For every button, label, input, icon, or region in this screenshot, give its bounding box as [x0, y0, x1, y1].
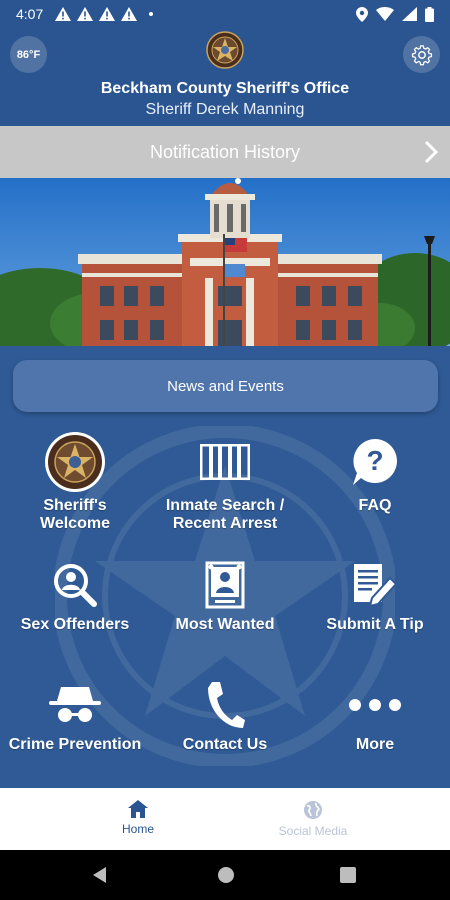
sex-offenders-button[interactable]: Sex Offenders — [0, 554, 150, 634]
crime-prevention-button[interactable]: Crime Prevention — [0, 674, 150, 754]
phone-icon — [208, 682, 245, 728]
settings-button[interactable] — [403, 36, 440, 73]
svg-text:?: ? — [366, 445, 383, 476]
document-pen-icon — [354, 564, 398, 608]
most-wanted-button[interactable]: Most Wanted — [150, 554, 300, 634]
sheriffs-welcome-label: Sheriff's Welcome — [40, 497, 110, 532]
warning-icon — [99, 7, 116, 21]
sheriff-badge-icon — [45, 432, 105, 492]
bottom-navigation: Home Social Media — [0, 788, 450, 850]
jail-bars-icon — [200, 444, 250, 480]
system-status-icons — [356, 6, 434, 22]
nav-home-label: Home — [121, 822, 154, 836]
chevron-right-icon — [424, 140, 438, 164]
main-menu: News and Events Sheriff's Welcome Inmate… — [0, 346, 450, 788]
news-and-events-label: News and Events — [167, 377, 284, 395]
system-navigation-bar — [0, 850, 450, 900]
more-label: More — [355, 736, 395, 753]
crime-prevention-label: Crime Prevention — [8, 736, 142, 753]
spy-icon — [49, 687, 101, 722]
home-icon — [128, 800, 148, 818]
question-icon: ? — [353, 439, 397, 485]
submit-a-tip-label: Submit A Tip — [326, 616, 424, 633]
sheriffs-welcome-button[interactable]: Sheriff's Welcome — [0, 431, 150, 533]
status-dot-icon — [149, 12, 154, 16]
notification-history-label: Notification History — [149, 141, 301, 162]
status-bar: 4:07 — [0, 0, 450, 28]
more-dots-icon — [349, 699, 401, 711]
sheriff-badge-logo-icon — [206, 31, 244, 69]
app-header: 86°F Beckham County Sheriff's Office She… — [0, 28, 450, 126]
magnify-person-icon — [54, 564, 97, 607]
more-button[interactable]: More — [300, 674, 450, 754]
sex-offenders-label: Sex Offenders — [20, 616, 130, 633]
notification-history-button[interactable]: Notification History — [0, 126, 450, 178]
recents-icon[interactable] — [340, 867, 356, 883]
contact-us-button[interactable]: Contact Us — [150, 674, 300, 754]
location-icon — [356, 6, 368, 22]
warning-icon — [77, 7, 94, 21]
submit-a-tip-button[interactable]: Submit A Tip — [300, 554, 450, 634]
sheriff-name: Sheriff Derek Manning — [145, 101, 305, 118]
nav-social-media-label: Social Media — [278, 824, 348, 838]
contact-us-label: Contact Us — [182, 736, 268, 753]
nav-home-tab[interactable]: Home — [78, 800, 198, 836]
courthouse-illustration — [0, 178, 450, 346]
warning-icon — [121, 7, 138, 21]
globe-icon — [304, 801, 322, 819]
inmate-search-label: Inmate Search / Recent Arrest — [165, 497, 285, 532]
temperature-badge[interactable]: 86°F — [10, 36, 47, 73]
faq-button[interactable]: ? FAQ — [300, 431, 450, 515]
gear-icon — [411, 44, 432, 65]
most-wanted-label: Most Wanted — [175, 616, 275, 633]
home-circle-icon[interactable] — [217, 866, 235, 884]
news-and-events-button[interactable]: News and Events — [13, 360, 438, 412]
back-icon[interactable] — [92, 866, 108, 884]
inmate-search-button[interactable]: Inmate Search / Recent Arrest — [150, 431, 300, 533]
wifi-icon — [376, 7, 394, 21]
warning-icon — [55, 7, 72, 21]
nav-social-media-tab[interactable]: Social Media — [253, 800, 373, 838]
notification-icons — [55, 7, 154, 21]
office-title: Beckham County Sheriff's Office — [100, 80, 350, 97]
courthouse-image — [0, 178, 450, 346]
signal-icon — [402, 7, 417, 21]
status-time: 4:07 — [16, 6, 44, 22]
wanted-poster-icon — [205, 561, 245, 609]
battery-icon — [425, 6, 434, 22]
faq-label: FAQ — [358, 497, 392, 514]
